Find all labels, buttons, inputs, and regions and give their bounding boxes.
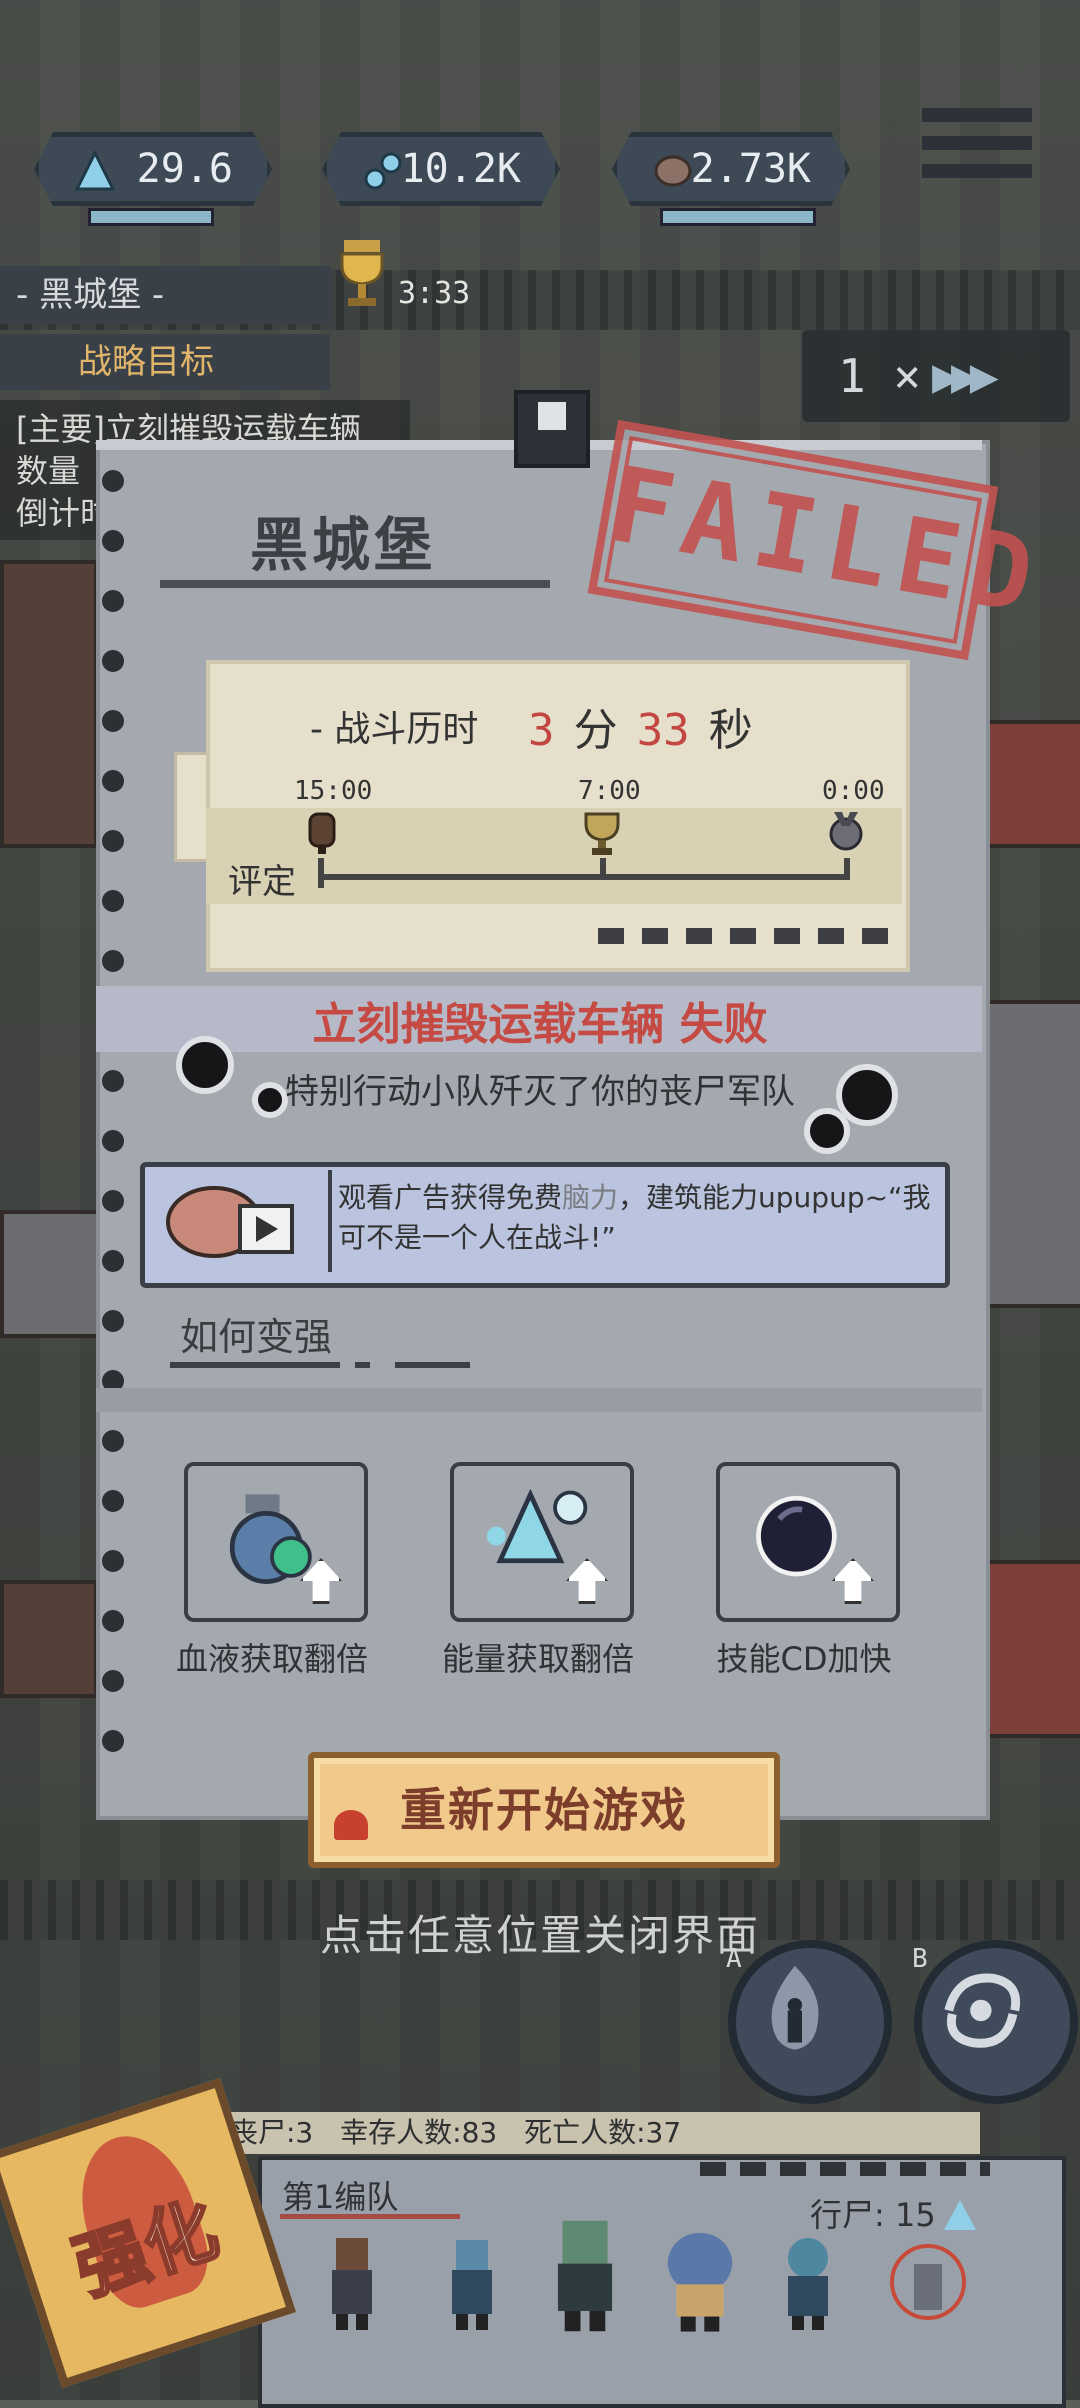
binder-ring [102,1190,124,1212]
rating-track [318,874,848,880]
upgrade-energy-button[interactable] [450,1462,634,1622]
panel-clip-icon [514,390,590,468]
track-tick [844,858,850,880]
brain-video-icon [166,1186,294,1258]
binder-ring [102,710,124,732]
ad-description: 观看广告获得免费脑力，建筑能力upupup~“我可不是一个人在战斗!” [338,1178,938,1258]
zombie-unit-icon[interactable] [540,2214,630,2338]
track-tick [600,858,606,880]
energy-resource: 29.6 [34,132,272,206]
zombie-unit-icon[interactable] [316,2228,388,2338]
upgrade-blood-label: 血液获取翻倍 [175,1640,368,1678]
fire-zombie-icon [771,1965,819,2050]
binder-ring [102,1250,124,1272]
binder-ring [102,830,124,852]
squad-dashes [700,2162,990,2176]
cooldown-orb-icon [756,1495,837,1577]
dna-icon [364,152,402,190]
ad-icon-box [148,1170,332,1272]
result-level-title: 黑城堡 [250,511,437,579]
bullet-hole-icon [804,1108,850,1154]
speed-toggle-button[interactable]: 1 × ▶▶▶ [802,330,1070,422]
tick-label-end: 0:00 [822,776,885,806]
vortex-icon [944,1973,1021,2048]
binder-ring [102,1730,124,1752]
seconds-value: 33 [636,705,690,756]
dna-value: 10.2K [400,146,521,192]
title-underline [160,580,550,588]
fail-reason-text: 特别行动小队歼灭了你的丧尸军队 [285,1072,795,1112]
zombie-unit-icon[interactable] [650,2220,750,2338]
objective-failed-text: 立刻摧毁运载车辆 失败 [312,999,768,1050]
menu-hamburger-icon[interactable] [922,108,1032,196]
section-divider [96,1388,982,1412]
binder-ring [102,1130,124,1152]
battle-timer: 3:33 [398,276,471,311]
skill-a-letter: A [726,1944,742,1974]
track-tick [318,858,324,888]
brain-value: 2.73K [690,146,811,192]
strategic-goal-button[interactable]: 战略目标 [0,334,330,390]
upgrade-cooldown-button[interactable] [716,1462,900,1622]
binder-ring [102,1310,124,1332]
squad-name[interactable]: 第1编队 [282,2172,398,2218]
energy-progress-bar [88,208,214,226]
binder-ring [102,1550,124,1572]
battle-stats-bar: 丧尸:3 幸存人数:83 死亡人数:37 [210,2112,980,2154]
howto-heading: 如何变强 [180,1315,333,1359]
zombie-unit-icon[interactable] [772,2228,844,2338]
binder-ring [102,890,124,912]
medal-rank-icon [829,812,863,851]
dna-resource: 10.2K [322,132,560,206]
energy-value: 29.6 [136,146,233,192]
upgrade-blood-button[interactable] [184,1462,368,1622]
blood-flask-icon [229,1494,312,1584]
howto-underline [170,1362,470,1368]
battle-time-label: - 战斗历时 [310,709,479,750]
binder-ring [102,590,124,612]
locked-unit-icon[interactable] [888,2232,968,2342]
binder-ring [102,1670,124,1692]
binder-ring [102,1430,124,1452]
upgrade-cooldown-label: 技能CD加快 [716,1640,892,1678]
minutes-value: 3 [528,705,555,756]
brain-progress-bar [660,208,816,226]
blood-splat-icon [334,1810,368,1840]
tick-label-start: 15:00 [294,776,373,806]
seconds-unit: 秒 [708,705,753,756]
brain-icon [654,155,692,187]
squad-name-underline [280,2214,460,2219]
fast-forward-icon: ▶▶▶ [932,348,999,404]
triangle-crystal-icon [75,151,115,191]
binder-ring [102,470,124,492]
speed-label: 1 × [838,349,922,403]
ad-text-before: 观看广告获得免费 [338,1181,563,1214]
skill-a-button[interactable] [728,1940,892,2104]
energy-crystal-icon [486,1488,588,1564]
brain-resource: 2.73K [612,132,850,206]
binder-ring [102,530,124,552]
gold-trophy-icon [584,812,620,855]
binder-ring [102,770,124,792]
skill-b-letter: B [912,1944,928,1974]
binder-ring [102,650,124,672]
binder-ring [102,1490,124,1512]
tick-label-mid: 7:00 [578,776,641,806]
ad-text-highlight: 脑力 [562,1181,619,1214]
binder-ring [102,950,124,972]
zombie-unit-icon[interactable] [436,2228,508,2338]
rating-label: 评定 [228,862,296,902]
skill-b-button[interactable] [914,1940,1078,2104]
upgrade-energy-label: 能量获取翻倍 [441,1640,634,1678]
card-dashes [598,928,894,944]
restart-game-button[interactable]: 重新开始游戏 [308,1752,780,1868]
triangle-crystal-icon [943,2200,976,2230]
bronze-rank-icon [308,812,336,854]
level-name-bar: - 黑城堡 - [0,266,330,324]
binder-ring [102,1610,124,1632]
battle-duration: 3 分 33 秒 [528,694,767,758]
trophy-icon [340,240,384,306]
minutes-unit: 分 [573,705,618,756]
